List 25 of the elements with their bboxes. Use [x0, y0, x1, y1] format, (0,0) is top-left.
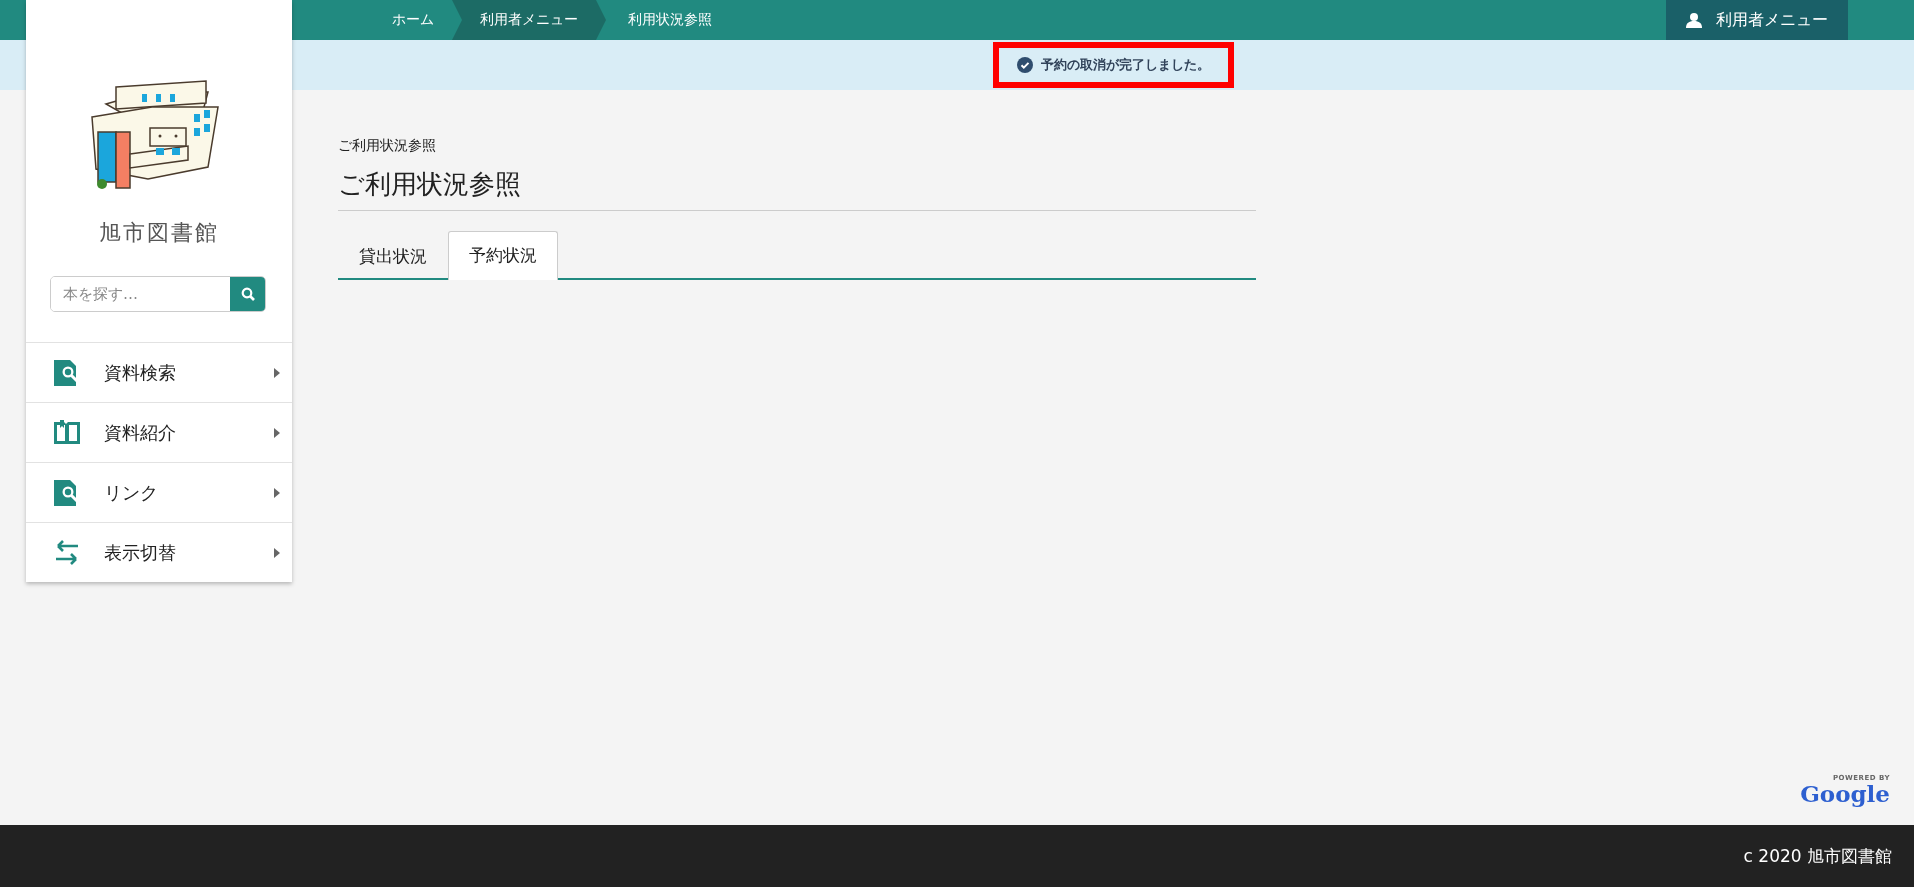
breadcrumb-link[interactable]: 利用者メニュー — [452, 0, 606, 40]
sidebar-menu-item[interactable]: 資料検索 — [26, 342, 292, 402]
library-name: 旭市図書館 — [98, 219, 220, 247]
caret-icon — [274, 487, 280, 498]
search-field[interactable]: 本を探す… — [50, 276, 266, 312]
sidebar-menu-item[interactable]: 表示切替 — [26, 522, 292, 582]
tab[interactable]: 貸出状況 — [338, 231, 448, 280]
tab[interactable]: 予約状況 — [448, 231, 558, 280]
page-small-title: ご利用状況参照 — [338, 137, 437, 155]
breadcrumb-link[interactable]: 利用状況参照 — [606, 0, 730, 40]
user-icon — [1686, 12, 1702, 28]
google-logo-text: Google — [1800, 782, 1890, 805]
caret-icon — [274, 547, 280, 558]
copyright-text: c 2020 旭市図書館 — [1743, 844, 1892, 868]
breadcrumb-link[interactable]: ホーム — [370, 0, 452, 40]
check-circle-icon — [1016, 57, 1033, 73]
sidebar-menu-item[interactable]: リンク — [26, 462, 292, 522]
search-button[interactable] — [230, 277, 265, 311]
page-title: ご利用状況参照 — [338, 167, 1256, 211]
caret-icon — [274, 367, 280, 378]
alert-text: 予約の取消が完了しました。 — [1040, 56, 1210, 74]
caret-icon — [274, 427, 280, 438]
user-menu-button[interactable]: 利用者メニュー — [1666, 0, 1848, 40]
sidebar-menu-item[interactable]: 資料紹介 — [26, 402, 292, 462]
search-icon — [240, 287, 255, 301]
